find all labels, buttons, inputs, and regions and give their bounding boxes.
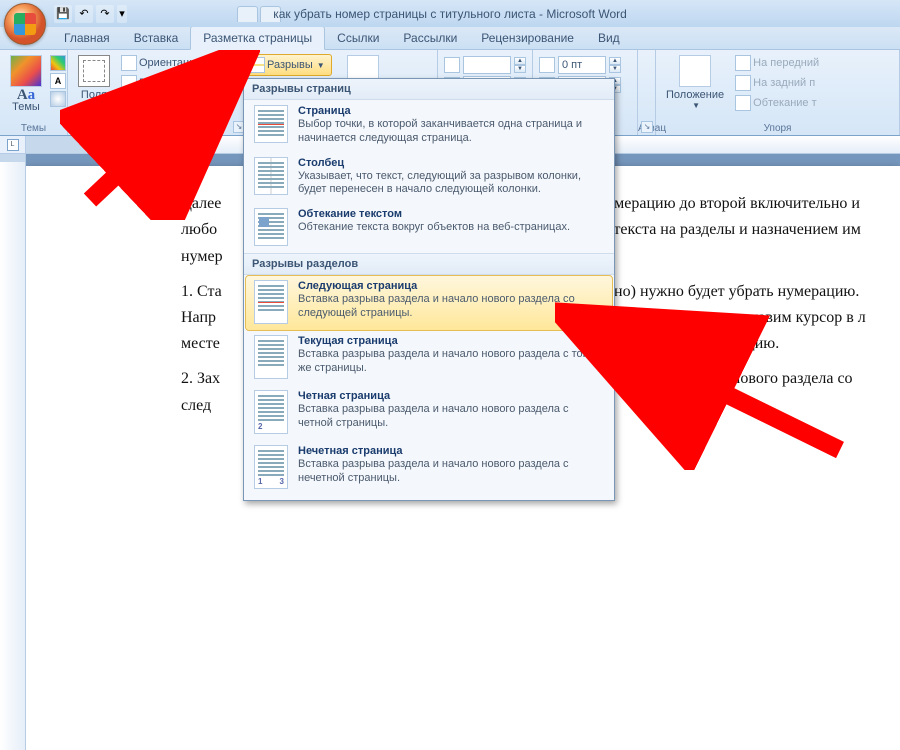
office-button[interactable] [4, 3, 46, 45]
textwrap-break-icon [254, 208, 288, 246]
columns-icon [121, 95, 137, 111]
size-button[interactable]: Размер [118, 73, 216, 93]
tab-insert[interactable]: Вставка [122, 27, 191, 49]
breaks-dropdown: Разрывы страниц Страница Выбор точки, в … [243, 78, 615, 501]
breaks-section-page: Разрывы страниц [244, 79, 614, 100]
spacing-before-input[interactable]: 0 пт [558, 56, 606, 74]
spinner-up[interactable]: ▲ [609, 57, 621, 65]
theme-fonts-icon[interactable]: A [50, 73, 66, 89]
tab-review[interactable]: Рецензирование [469, 27, 586, 49]
redo-icon[interactable]: ↷ [96, 5, 114, 23]
ruler-corner[interactable]: L [0, 136, 26, 153]
tab-references[interactable]: Ссылки [325, 27, 391, 49]
break-item-page[interactable]: Страница Выбор точки, в которой заканчив… [246, 101, 612, 152]
column-break-icon [254, 157, 288, 195]
margins-icon [78, 55, 110, 87]
odd-page-section-icon: 13 [254, 445, 288, 489]
quick-access-toolbar: 💾 ↶ ↷ ▾ [54, 5, 127, 23]
indent-left-icon [444, 57, 460, 73]
theme-effects-icon[interactable] [50, 91, 66, 107]
group-label-themes: Темы [0, 123, 67, 134]
tab-home[interactable]: Главная [52, 27, 122, 49]
titlebar: 💾 ↶ ↷ ▾ как убрать номер страницы с титу… [0, 0, 900, 27]
text-wrap-icon [735, 95, 751, 111]
margins-button[interactable]: Поля ▼ [74, 53, 114, 112]
text-wrap-button[interactable]: Обтекание т [732, 93, 822, 113]
window-title: как убрать номер страницы с титульного л… [273, 7, 627, 21]
tab-page-layout[interactable]: Разметка страницы [190, 26, 325, 50]
next-page-section-icon [254, 280, 288, 324]
page-break-icon [254, 105, 288, 143]
columns-button[interactable]: Колонки [118, 93, 216, 113]
size-icon [121, 75, 137, 91]
group-label-arrange: Упоря [656, 123, 899, 134]
continuous-section-icon [254, 335, 288, 379]
orientation-icon [121, 55, 137, 71]
breaks-button[interactable]: Разрывы▼ [243, 55, 331, 75]
indent-left-input[interactable] [463, 56, 511, 74]
ribbon-tabs: Главная Вставка Разметка страницы Ссылки… [0, 27, 900, 50]
tab-mailings[interactable]: Рассылки [391, 27, 469, 49]
qat-customize-icon[interactable]: ▾ [117, 5, 127, 23]
window-tab[interactable] [237, 6, 258, 22]
breaks-icon [249, 57, 265, 73]
position-icon [679, 55, 711, 87]
send-back-icon [735, 75, 751, 91]
save-icon[interactable]: 💾 [54, 5, 72, 23]
break-item-odd-page[interactable]: 13 Нечетная страница Вставка разрыва раз… [246, 441, 612, 495]
send-back-button[interactable]: На задний п [732, 73, 822, 93]
tab-view[interactable]: Вид [586, 27, 632, 49]
orientation-button[interactable]: Ориентация▼ [118, 53, 216, 73]
break-item-continuous[interactable]: Текущая страница Вставка разрыва раздела… [246, 331, 612, 385]
indent-left-row: ▲▼ [444, 55, 526, 75]
group-label-page-setup: Параметры [68, 123, 247, 134]
themes-button[interactable]: Aa Темы [6, 53, 46, 115]
spinner-down[interactable]: ▼ [514, 65, 526, 73]
position-button[interactable]: Положение▼ [662, 53, 728, 112]
spinner-down[interactable]: ▼ [609, 65, 621, 73]
spinner-up[interactable]: ▲ [514, 57, 526, 65]
spacing-before-icon [539, 57, 555, 73]
break-item-even-page[interactable]: 2 Четная страница Вставка разрыва раздел… [246, 386, 612, 440]
bring-front-icon [735, 55, 751, 71]
vertical-ruler[interactable] [0, 154, 26, 750]
break-item-next-page[interactable]: Следующая страница Вставка разрыва разде… [246, 276, 612, 330]
bring-front-button[interactable]: На передний [732, 53, 822, 73]
themes-icon [10, 55, 42, 87]
undo-icon[interactable]: ↶ [75, 5, 93, 23]
even-page-section-icon: 2 [254, 390, 288, 434]
theme-colors-icon[interactable] [50, 55, 66, 71]
paragraph-dialog-launcher[interactable]: ↘ [641, 121, 653, 133]
breaks-section-section: Разрывы разделов [244, 253, 614, 275]
break-item-column[interactable]: Столбец Указывает, что текст, следующий … [246, 153, 612, 204]
break-item-textwrap[interactable]: Обтекание текстом Обтекание текста вокру… [246, 204, 612, 252]
